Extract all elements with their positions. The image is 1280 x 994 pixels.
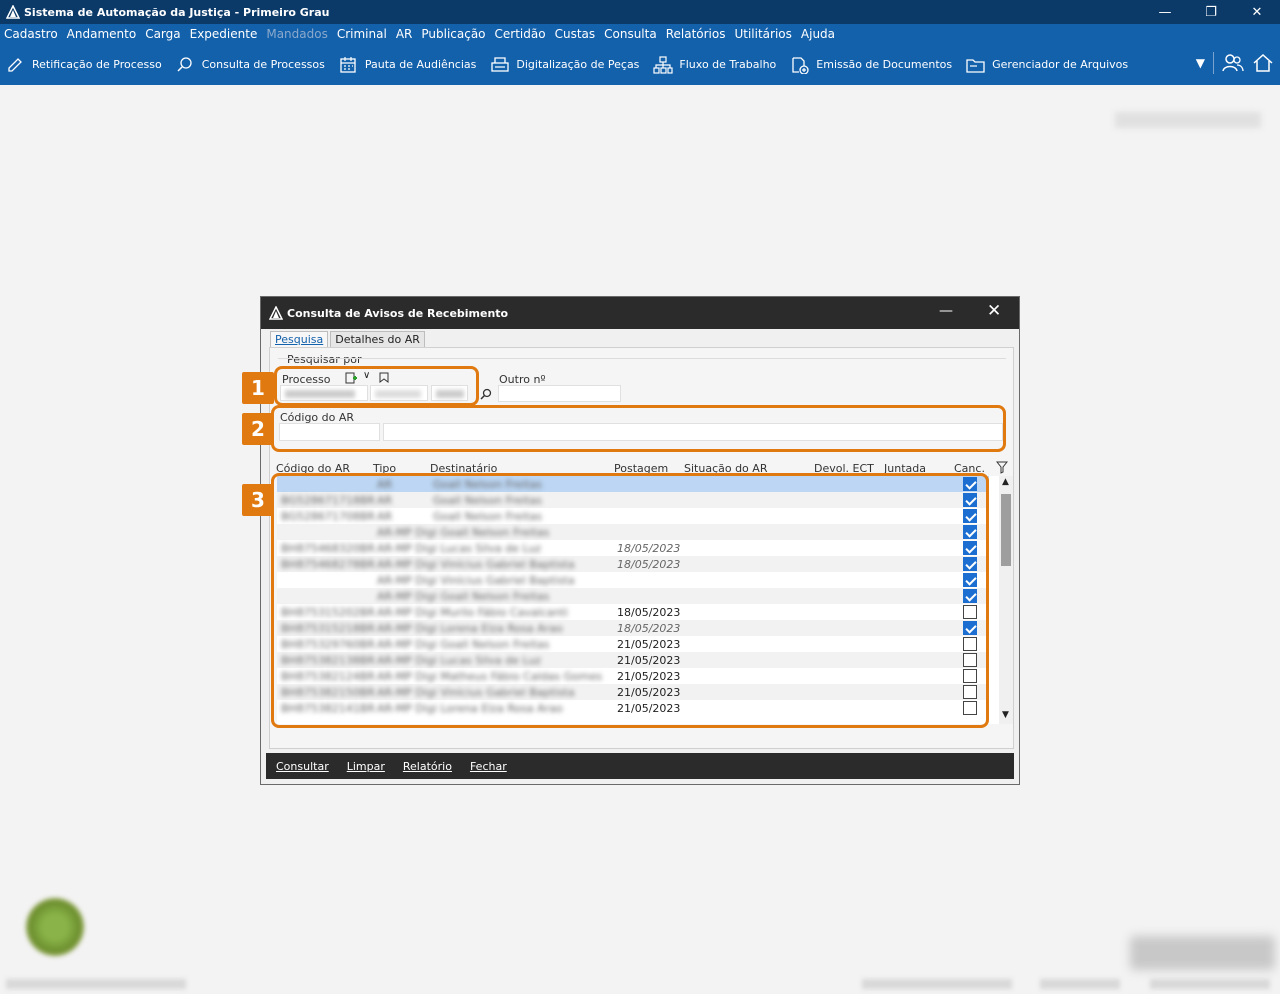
menu-consulta[interactable]: Consulta	[600, 27, 662, 41]
toolbar-button-label: Gerenciador de Arquivos	[992, 58, 1129, 71]
menu-mandados[interactable]: Mandados	[262, 27, 333, 41]
toolbar-button-label: Consulta de Processos	[201, 58, 325, 71]
menu-relatorios[interactable]: Relatórios	[662, 27, 731, 41]
blurred-status-bar	[0, 975, 1280, 994]
blurred-logo	[26, 898, 84, 956]
section-label: Pesquisar por	[287, 353, 362, 366]
toolbar-button-label: Digitalização de Peças	[516, 58, 640, 71]
folder-icon	[966, 58, 985, 73]
home-icon[interactable]	[1252, 53, 1274, 73]
toolbar-button-2[interactable]: Pauta de Audiências	[339, 56, 477, 74]
filter-icon[interactable]	[996, 461, 1008, 474]
toolbar-button-5[interactable]: Emissão de Documentos	[790, 56, 952, 74]
menu-carga[interactable]: Carga	[141, 27, 185, 41]
fechar-button[interactable]: Fechar	[470, 760, 507, 773]
toolbar-button-label: Pauta de Audiências	[364, 58, 477, 71]
blurred-corner-logo	[1130, 936, 1275, 970]
close-icon[interactable]: ✕	[1234, 0, 1280, 24]
chevron-down-icon[interactable]: ▼	[1196, 56, 1205, 70]
toolbar-button-label: Fluxo de Trabalho	[679, 58, 777, 71]
callout-box-2	[271, 405, 1006, 452]
dialog-tabs: Pesquisa Detalhes do AR	[270, 331, 427, 347]
callout-badge-1: 1	[242, 372, 274, 404]
toolbar: Retificação de Processo Consulta de Proce…	[0, 44, 1280, 85]
dialog-close-icon[interactable]: ✕	[987, 301, 1001, 321]
menu-andamento[interactable]: Andamento	[63, 27, 142, 41]
menu-publicacao[interactable]: Publicação	[417, 27, 490, 41]
menu-bar: Cadastro Andamento Carga Expediente Mandados…	[0, 24, 1280, 44]
search-icon[interactable]	[480, 388, 492, 400]
tab-detalhes[interactable]: Detalhes do AR	[330, 331, 425, 347]
consultar-button[interactable]: Consultar	[276, 760, 329, 773]
menu-cadastro[interactable]: Cadastro	[0, 27, 63, 41]
menu-expediente[interactable]: Expediente	[186, 27, 263, 41]
dialog-minimize-icon[interactable]: —	[939, 303, 953, 319]
menu-criminal[interactable]: Criminal	[333, 27, 392, 41]
toolbar-button-label: Retificação de Processo	[32, 58, 162, 71]
toolbar-button-0[interactable]: Retificação de Processo	[6, 56, 162, 74]
users-icon[interactable]	[1222, 53, 1244, 73]
dialog-title: Consulta de Avisos de Recebimento	[287, 306, 509, 320]
callout-badge-2: 2	[242, 413, 274, 445]
callout-box-3	[271, 473, 989, 728]
toolbar-right: ▼	[1196, 52, 1274, 74]
scroll-up-icon[interactable]: ▲	[1002, 477, 1009, 487]
document-add-icon	[792, 56, 809, 74]
minimize-icon[interactable]: —	[1142, 0, 1188, 24]
app-logo-icon	[6, 5, 20, 19]
toolbar-button-label: Emissão de Documentos	[816, 58, 953, 71]
blurred-background-button	[1115, 112, 1261, 128]
toolbar-separator	[1213, 52, 1214, 74]
callout-badge-3: 3	[242, 484, 274, 516]
limpar-button[interactable]: Limpar	[347, 760, 385, 773]
app-titlebar: Sistema de Automação da Justiça - Primei…	[0, 0, 1280, 24]
grid-vertical-scrollbar[interactable]: ▲ ▼	[999, 476, 1013, 724]
scroll-down-icon[interactable]: ▼	[1002, 710, 1009, 720]
restore-icon[interactable]: ❐	[1188, 0, 1234, 24]
callout-box-1	[274, 366, 479, 406]
section-divider	[278, 358, 1006, 359]
menu-ar[interactable]: AR	[392, 27, 418, 41]
toolbar-button-6[interactable]: Gerenciador de Arquivos	[966, 56, 1128, 74]
calendar-icon	[340, 56, 356, 73]
outro-numero-input[interactable]	[498, 385, 621, 402]
tab-pesquisa[interactable]: Pesquisa	[270, 331, 329, 347]
relatorio-button[interactable]: Relatório	[403, 760, 452, 773]
dialog-button-bar: Consultar Limpar Relatório Fechar	[266, 753, 1014, 779]
menu-ajuda[interactable]: Ajuda	[797, 27, 840, 41]
scanner-icon	[491, 56, 510, 72]
menu-certidao[interactable]: Certidão	[491, 27, 551, 41]
toolbar-button-3[interactable]: Digitalização de Peças	[490, 56, 639, 74]
toolbar-button-1[interactable]: Consulta de Processos	[176, 56, 325, 74]
toolbar-button-4[interactable]: Fluxo de Trabalho	[653, 55, 777, 74]
workflow-icon	[653, 55, 674, 74]
pencil-icon	[8, 57, 22, 72]
app-title: Sistema de Automação da Justiça - Primei…	[24, 5, 330, 19]
menu-utilitarios[interactable]: Utilitários	[730, 27, 796, 41]
dialog-titlebar: Consulta de Avisos de Recebimento	[261, 297, 1019, 329]
scrollbar-thumb[interactable]	[1001, 494, 1011, 566]
window-controls: — ❐ ✕	[1142, 0, 1280, 24]
dialog-logo-icon	[269, 306, 283, 320]
search-icon	[177, 56, 192, 72]
menu-custas[interactable]: Custas	[551, 27, 601, 41]
